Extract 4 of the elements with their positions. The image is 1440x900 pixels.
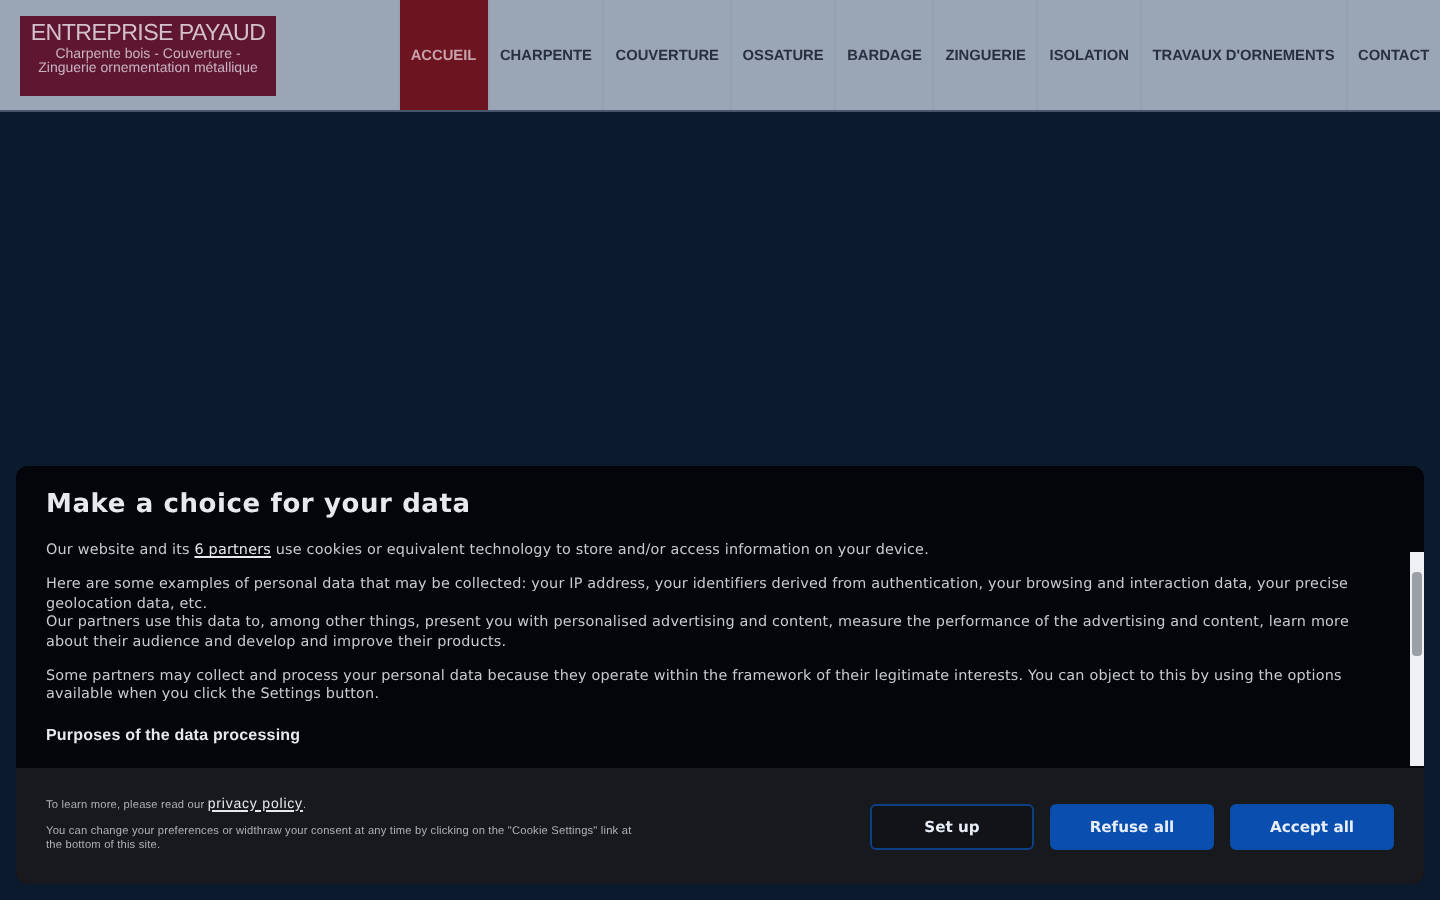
dialog-title: Make a choice for your data	[46, 490, 473, 520]
section-heading: Purposes of the data processing	[46, 725, 303, 745]
scrollbar[interactable]	[1410, 552, 1424, 766]
logo-title: ENTREPRISE PAYAUD	[30, 18, 266, 47]
